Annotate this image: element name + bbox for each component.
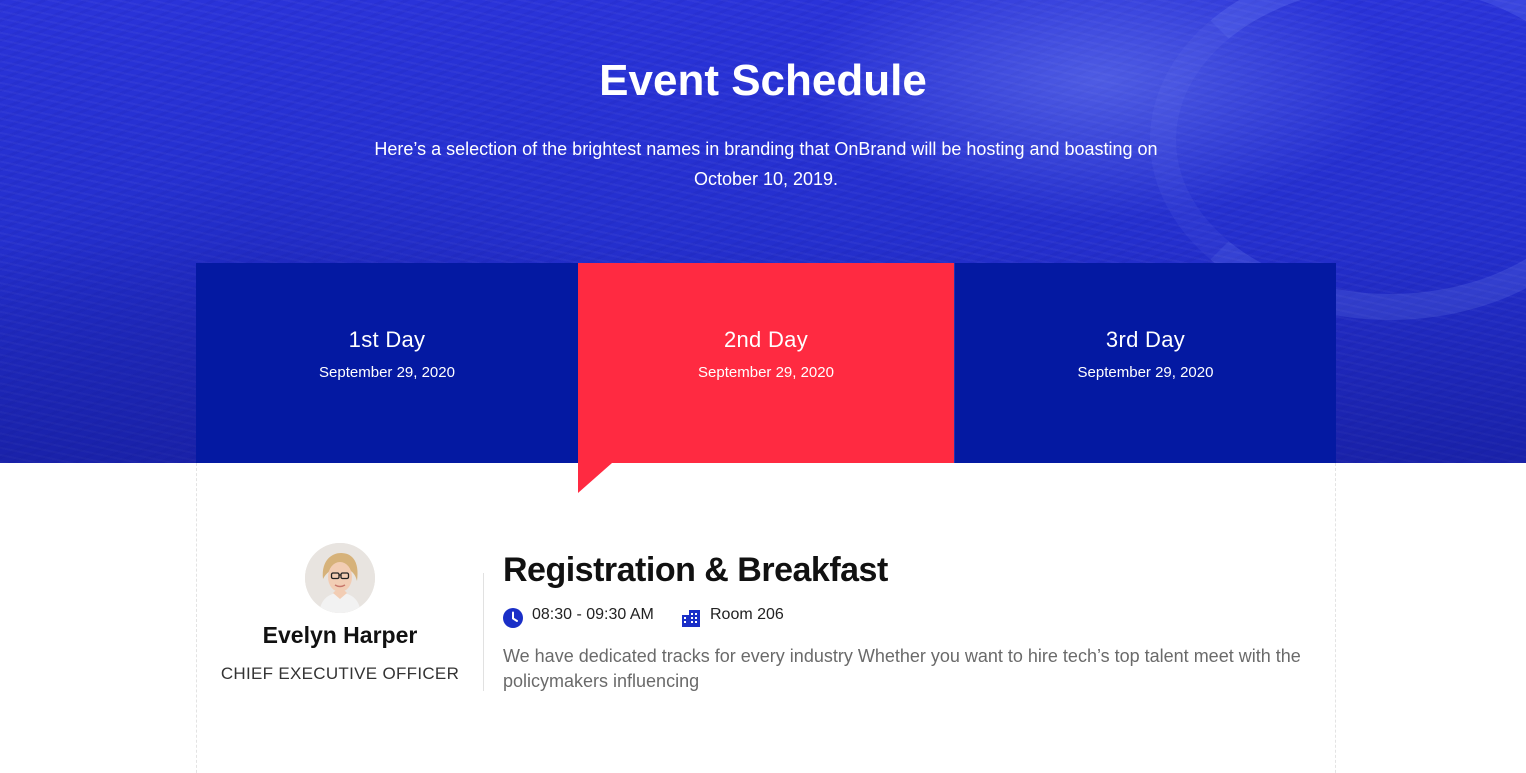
- session-description: We have dedicated tracks for every indus…: [503, 646, 1301, 691]
- clock-icon: [503, 608, 523, 628]
- tab-date: September 29, 2020: [319, 364, 455, 381]
- tab-day-1[interactable]: 1st Day September 29, 2020: [196, 263, 578, 463]
- speaker-role: CHIEF EXECUTIVE OFFICER: [220, 664, 460, 683]
- session-details: Registration & Breakfast 08:30 - 09:30 A…: [503, 551, 1303, 691]
- session-meta: 08:30 - 09:30 AM Room 206: [503, 606, 1003, 628]
- tab-day-3[interactable]: 3rd Day September 29, 2020: [954, 263, 1336, 463]
- page-subtitle: Here’s a selection of the brightest name…: [374, 139, 1158, 189]
- page-title: Event Schedule: [599, 56, 927, 105]
- tab-date: September 29, 2020: [1077, 364, 1214, 381]
- speaker-name: Evelyn Harper: [262, 622, 418, 648]
- session-room-text: Room 206: [710, 606, 784, 623]
- tab-day-2[interactable]: 2nd Day September 29, 2020: [578, 263, 954, 463]
- session-title[interactable]: Registration & Breakfast: [503, 551, 1303, 590]
- schedule-panel: Evelyn Harper CHIEF EXECUTIVE OFFICER Re…: [196, 463, 1336, 773]
- tab-date: September 29, 2020: [698, 364, 834, 381]
- tab-day-label: 2nd Day: [723, 327, 809, 352]
- tab-day-label: 1st Day: [348, 327, 426, 352]
- session-time-text: 08:30 - 09:30 AM: [532, 606, 654, 623]
- column-divider: [483, 573, 484, 691]
- tab-day-label: 3rd Day: [1105, 327, 1186, 352]
- day-tabs: 1st Day September 29, 2020 2nd Day Septe…: [196, 263, 1336, 493]
- building-icon: [681, 608, 701, 628]
- avatar[interactable]: [305, 543, 375, 613]
